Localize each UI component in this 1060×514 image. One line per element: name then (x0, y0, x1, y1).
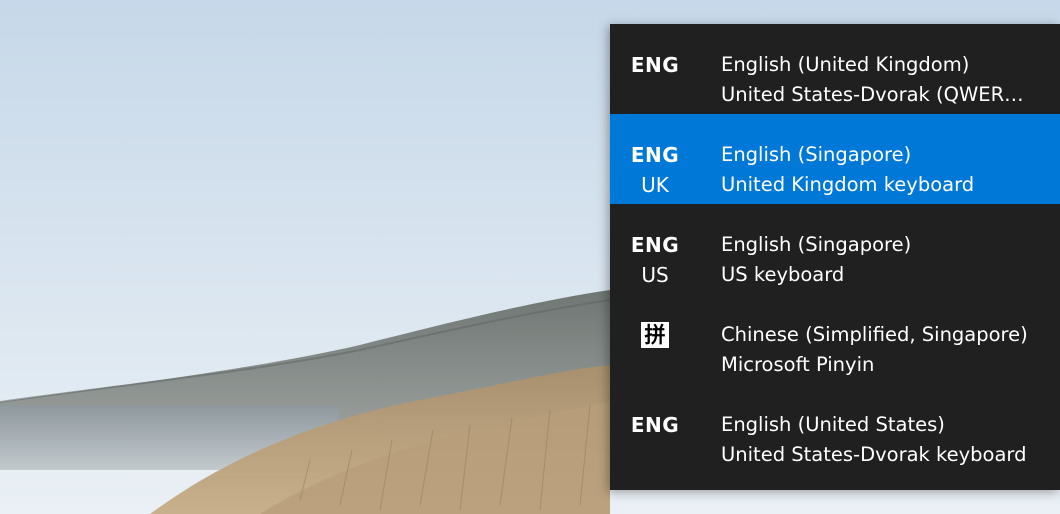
language-abbreviation: 拼 (610, 320, 700, 350)
keyboard-layout-name: Microsoft Pinyin (721, 353, 875, 376)
language-details: English (United Kingdom) United States-D… (721, 50, 1041, 110)
language-name: Chinese (Simplified, Singapore) (721, 323, 1028, 346)
layout-code: UK (641, 173, 669, 197)
language-item-english-singapore-uk[interactable]: ENG UK English (Singapore) United Kingdo… (610, 114, 1060, 204)
language-item-english-singapore-us[interactable]: ENG US English (Singapore) US keyboard (610, 204, 1060, 294)
language-code: ENG (630, 413, 680, 437)
keyboard-layout-name: United States-Dvorak keyboard (721, 443, 1027, 466)
input-language-flyout: ENG English (United Kingdom) United Stat… (610, 24, 1060, 490)
language-abbreviation: ENG UK (610, 140, 700, 200)
language-abbreviation: ENG (610, 410, 700, 440)
language-details: English (Singapore) United Kingdom keybo… (721, 140, 1041, 200)
language-abbreviation: ENG (610, 50, 700, 80)
language-code: ENG (630, 143, 680, 167)
keyboard-layout-name: United Kingdom keyboard (721, 173, 975, 196)
language-abbreviation: ENG US (610, 230, 700, 290)
language-item-english-uk[interactable]: ENG English (United Kingdom) United Stat… (610, 24, 1060, 114)
language-name: English (United Kingdom) (721, 53, 970, 76)
language-details: Chinese (Simplified, Singapore) Microsof… (721, 320, 1041, 380)
language-item-chinese-simplified-singapore[interactable]: 拼 Chinese (Simplified, Singapore) Micros… (610, 294, 1060, 384)
language-name: English (Singapore) (721, 233, 912, 256)
language-details: English (United States) United States-Dv… (721, 410, 1041, 470)
layout-code: US (641, 263, 669, 287)
language-name: English (United States) (721, 413, 945, 436)
keyboard-layout-name: US keyboard (721, 263, 845, 286)
language-details: English (Singapore) US keyboard (721, 230, 1041, 290)
language-code: ENG (630, 53, 680, 77)
language-name: English (Singapore) (721, 143, 912, 166)
language-code: ENG (630, 233, 680, 257)
pinyin-ime-icon: 拼 (641, 322, 669, 348)
keyboard-layout-name: United States-Dvorak (QWER… (721, 83, 1024, 106)
language-item-english-us[interactable]: ENG English (United States) United State… (610, 384, 1060, 490)
